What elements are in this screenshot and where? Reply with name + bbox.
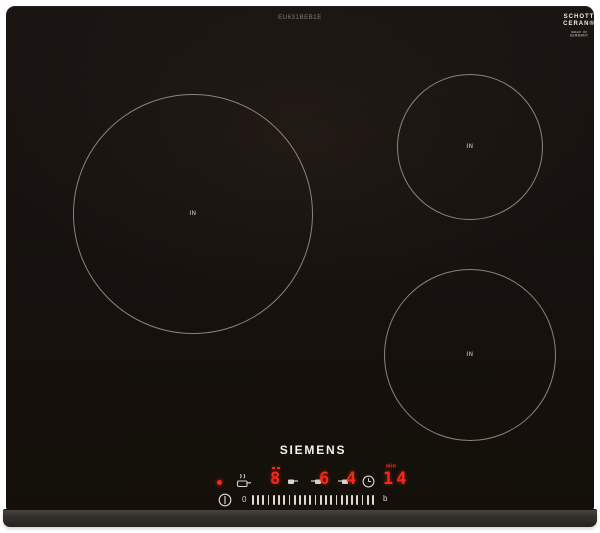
- slider-tick[interactable]: [268, 495, 270, 505]
- slider-tick[interactable]: [262, 495, 264, 505]
- slider-tick[interactable]: [294, 495, 296, 505]
- slider-tick[interactable]: [351, 495, 353, 505]
- slider-tick[interactable]: [309, 495, 311, 505]
- boost-label: b: [383, 494, 387, 503]
- pan-detection-icon: [236, 473, 252, 490]
- power-indicator-led: [217, 480, 222, 485]
- zone2-level-display[interactable]: 6: [319, 470, 329, 489]
- schott-ceran-badge: SCHOTT CERAN® MADE IN GERMANY: [556, 14, 600, 43]
- slider-tick[interactable]: [289, 495, 291, 505]
- timer-clock-icon: [362, 475, 375, 488]
- badge-line2: CERAN®: [556, 21, 600, 28]
- slider-tick[interactable]: [356, 495, 358, 505]
- zone3-level-display[interactable]: 4: [346, 470, 356, 489]
- badge-line3: MADE IN GERMANY: [566, 31, 591, 38]
- slider-tick[interactable]: [252, 495, 254, 505]
- model-code: EU631BEB1E: [6, 15, 594, 21]
- zone1-level-display[interactable]: 8: [270, 470, 280, 489]
- slider-tick[interactable]: [299, 495, 301, 505]
- slider-tick[interactable]: [336, 495, 338, 505]
- zone1-pan-icon: [287, 477, 299, 486]
- slider-tick[interactable]: [315, 495, 317, 505]
- slider-tick[interactable]: [325, 495, 327, 505]
- timer-display[interactable]: 14: [383, 470, 409, 489]
- slider-zero-label: 0: [242, 495, 246, 504]
- cooking-zone-large-left: IN: [73, 94, 313, 334]
- cooking-zone-bottom-right: IN: [384, 269, 556, 441]
- slider-tick[interactable]: [304, 495, 306, 505]
- front-trim-edge: [3, 509, 597, 527]
- slider-tick[interactable]: [346, 495, 348, 505]
- zone-in-label: IN: [467, 144, 474, 150]
- slider-tick[interactable]: [283, 495, 285, 505]
- cooking-zone-top-right: IN: [397, 74, 543, 220]
- slider-tick[interactable]: [278, 495, 280, 505]
- slider-tick[interactable]: [367, 495, 369, 505]
- power-slider[interactable]: [252, 494, 374, 505]
- slider-tick[interactable]: [330, 495, 332, 505]
- badge-line1: SCHOTT: [556, 14, 600, 21]
- hob-glass-surface: EU631BEB1E SCHOTT CERAN® MADE IN GERMANY…: [6, 6, 594, 510]
- slider-tick[interactable]: [372, 495, 374, 505]
- slider-tick[interactable]: [257, 495, 259, 505]
- zone-in-label: IN: [467, 352, 474, 358]
- slider-tick[interactable]: [341, 495, 343, 505]
- product-photo: EU631BEB1E SCHOTT CERAN® MADE IN GERMANY…: [0, 0, 600, 533]
- slider-tick[interactable]: [320, 495, 322, 505]
- slider-tick[interactable]: [273, 495, 275, 505]
- zone-in-label: IN: [190, 211, 197, 217]
- brand-logo: SIEMENS: [6, 443, 600, 457]
- slider-tick[interactable]: [362, 495, 364, 505]
- power-button[interactable]: [218, 493, 232, 507]
